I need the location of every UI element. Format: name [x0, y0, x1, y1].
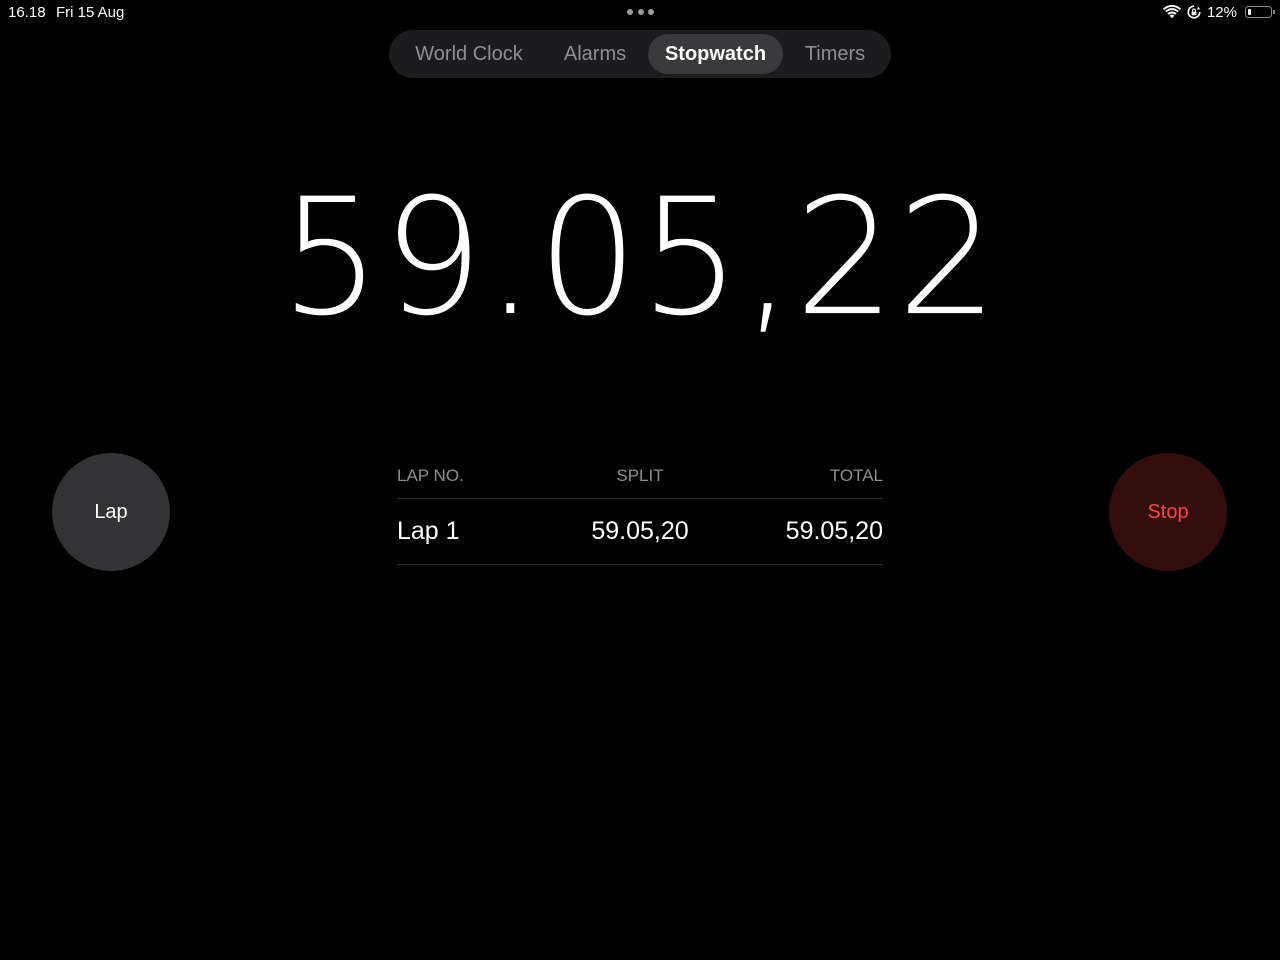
tab-alarms[interactable]: Alarms [547, 34, 643, 74]
status-indicators: 12% [1162, 3, 1275, 21]
header-split: SPLIT [616, 466, 664, 485]
mode-tab-bar: World Clock Alarms Stopwatch Timers [389, 30, 891, 78]
multitasking-dots-icon[interactable] [627, 9, 654, 15]
stop-button[interactable]: Stop [1109, 453, 1227, 571]
status-time: 16.18 [8, 4, 46, 21]
status-bar: 16.18 Fri 15 Aug 12% [0, 0, 1280, 24]
tab-timers[interactable]: Timers [787, 34, 883, 74]
stopwatch-elapsed-time: 59.05,22 [280, 164, 1000, 352]
tab-world-clock[interactable]: World Clock [393, 34, 545, 74]
battery-icon [1245, 6, 1275, 18]
laps-table: LAP NO. SPLIT TOTAL Lap 1 59.05,20 59.05… [397, 460, 883, 565]
battery-percent: 12% [1206, 3, 1237, 21]
battery-level-fill [1247, 8, 1251, 15]
lap-button[interactable]: Lap [52, 453, 170, 571]
lap-total: 59.05,20 [785, 517, 883, 545]
status-date: Fri 15 Aug [56, 4, 125, 21]
lap-row: Lap 1 59.05,20 59.05,20 [397, 499, 883, 565]
wifi-icon [1162, 5, 1181, 19]
clock-app-screen: 16.18 Fri 15 Aug 12% World Clock Alarms … [0, 0, 1280, 960]
laps-table-header: LAP NO. SPLIT TOTAL [397, 460, 883, 499]
header-total: TOTAL [829, 466, 883, 485]
orientation-lock-icon [1187, 5, 1201, 19]
tab-stopwatch[interactable]: Stopwatch [648, 34, 783, 74]
